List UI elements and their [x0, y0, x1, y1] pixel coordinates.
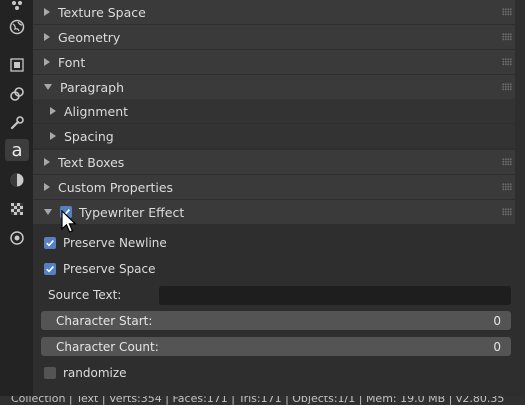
chevron-right-icon	[44, 158, 50, 166]
preserve-newline-label: Preserve Newline	[63, 236, 167, 250]
panel-label: Texture Space	[58, 4, 146, 20]
panel-typewriter-effect[interactable]: Typewriter Effect	[33, 200, 515, 224]
checkmark-icon	[46, 266, 54, 273]
chevron-right-icon	[44, 183, 50, 191]
chevron-right-icon	[44, 58, 50, 66]
preserve-newline-row[interactable]: Preserve Newline	[33, 231, 525, 255]
drag-handle-icon[interactable]	[502, 158, 512, 166]
panel-label: Font	[58, 54, 86, 70]
drag-handle-icon[interactable]	[502, 183, 512, 191]
panel-custom-properties[interactable]: Custom Properties	[33, 175, 515, 199]
preserve-space-row[interactable]: Preserve Space	[33, 257, 525, 281]
properties-editor: Texture Space Geometry Font Paragraph Al…	[33, 0, 525, 396]
chevron-right-icon	[44, 33, 50, 41]
object-icon[interactable]	[5, 54, 29, 76]
drag-handle-icon[interactable]	[502, 208, 512, 216]
subpanel-alignment[interactable]: Alignment	[33, 99, 515, 123]
character-start-field[interactable]: Character Start: 0	[41, 311, 511, 330]
character-count-field[interactable]: Character Count: 0	[41, 337, 511, 356]
preserve-space-checkbox[interactable]	[44, 263, 56, 275]
panel-label: Paragraph	[60, 79, 125, 95]
panel-label: Geometry	[58, 29, 121, 45]
panel-paragraph[interactable]: Paragraph	[33, 75, 515, 99]
chevron-right-icon	[44, 8, 50, 16]
modifier-wrench-icon[interactable]	[5, 112, 29, 134]
panel-font[interactable]: Font	[33, 50, 515, 74]
status-bar-text: Collection | Text | Verts:354 | Faces:17…	[11, 396, 505, 405]
svg-text:a: a	[11, 141, 22, 159]
material-icon[interactable]	[5, 169, 29, 191]
panel-text-boxes[interactable]: Text Boxes	[33, 150, 515, 174]
text-data-icon[interactable]: a	[5, 139, 29, 161]
randomize-checkbox[interactable]	[44, 367, 56, 379]
panel-geometry[interactable]: Geometry	[33, 25, 515, 49]
drag-handle-icon[interactable]	[502, 58, 512, 66]
preserve-space-label: Preserve Space	[63, 262, 156, 276]
drag-handle-icon[interactable]	[502, 83, 512, 91]
panel-label: Custom Properties	[58, 179, 174, 195]
panel-label: Typewriter Effect	[79, 204, 185, 220]
chevron-down-icon	[44, 209, 52, 215]
mouse-cursor-icon	[61, 210, 77, 233]
character-count-value: 0	[493, 339, 501, 354]
panel-texture-space[interactable]: Texture Space	[33, 0, 515, 24]
properties-tab-strip: a	[0, 0, 33, 396]
drag-handle-icon[interactable]	[502, 33, 512, 41]
constraints-icon[interactable]	[5, 83, 29, 105]
texture-icon[interactable]	[5, 198, 29, 220]
chevron-right-icon	[50, 107, 56, 115]
preserve-newline-checkbox[interactable]	[44, 237, 56, 249]
source-text-label: Source Text:	[48, 288, 122, 302]
subpanel-spacing[interactable]: Spacing	[33, 124, 515, 148]
chevron-down-icon	[44, 84, 52, 90]
world-icon[interactable]	[5, 16, 29, 38]
subpanel-label: Alignment	[64, 103, 129, 119]
randomize-label: randomize	[63, 366, 127, 380]
chevron-right-icon	[50, 132, 56, 140]
particles-icon[interactable]	[5, 0, 29, 16]
character-start-value: 0	[493, 313, 501, 328]
character-start-label: Character Start:	[56, 313, 153, 328]
source-text-field[interactable]	[159, 286, 511, 305]
status-bar: Collection | Text | Verts:354 | Faces:17…	[0, 396, 525, 405]
randomize-row[interactable]: randomize	[33, 361, 525, 385]
panel-label: Text Boxes	[58, 154, 125, 170]
character-count-label: Character Count:	[56, 339, 159, 354]
physics-icon[interactable]	[5, 227, 29, 249]
subpanel-label: Spacing	[64, 128, 114, 144]
checkmark-icon	[46, 240, 54, 247]
drag-handle-icon[interactable]	[502, 8, 512, 16]
